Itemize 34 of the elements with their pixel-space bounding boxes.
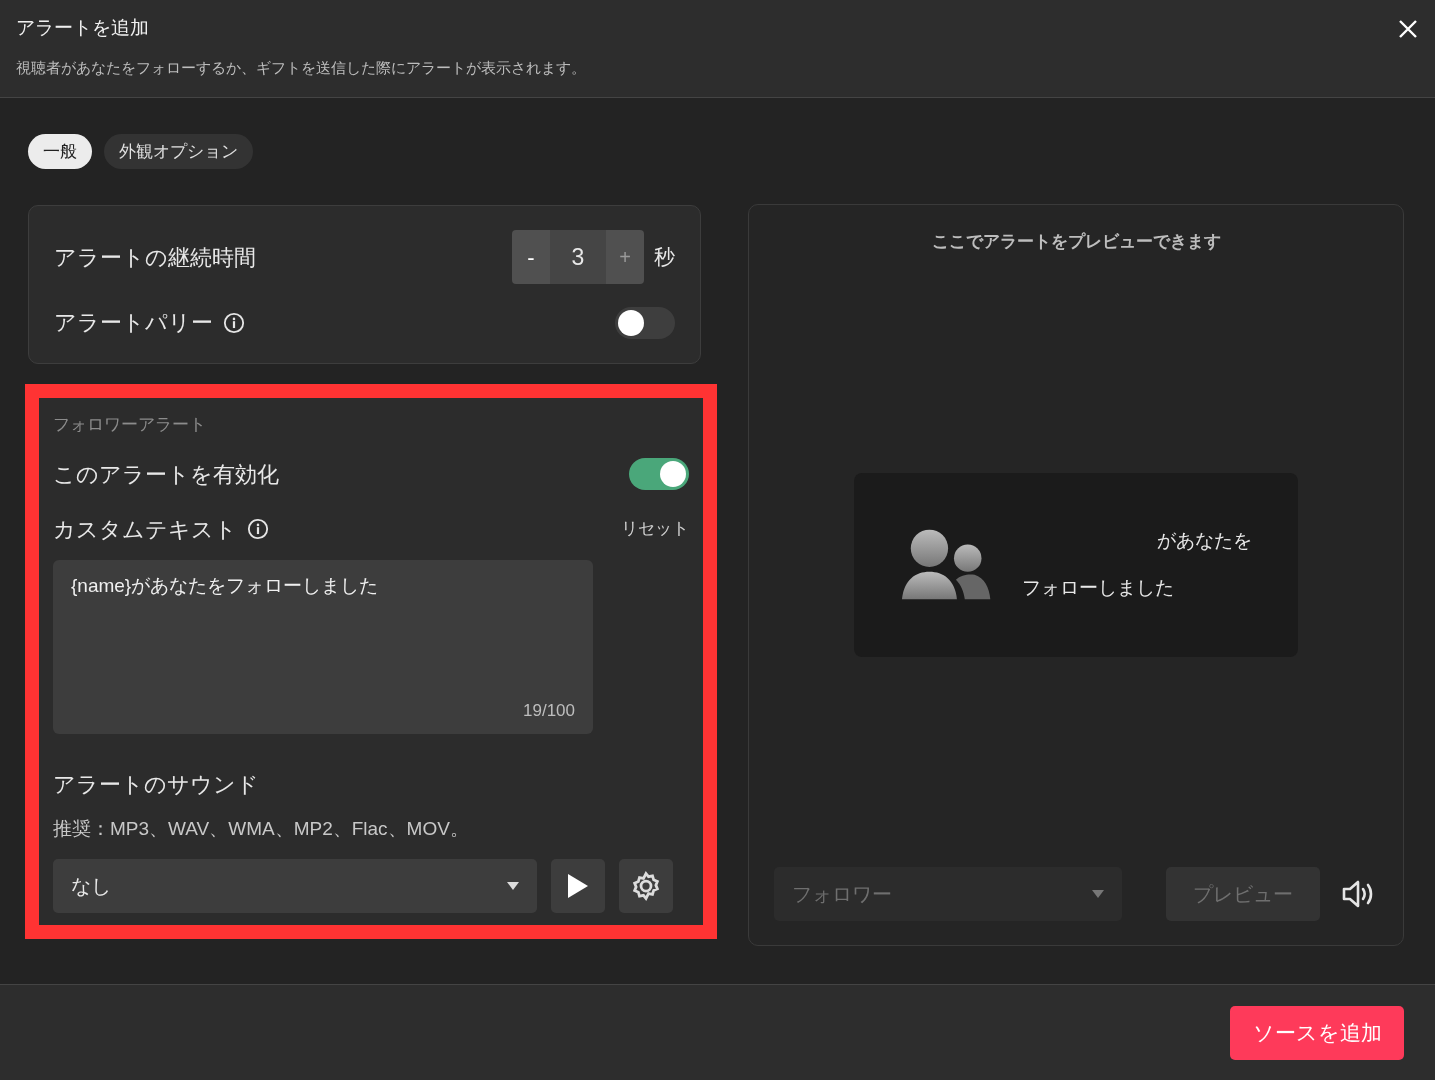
setting-label: アラートの継続時間 xyxy=(54,243,256,272)
dialog-title: アラートを追加 xyxy=(16,16,150,40)
tab[interactable]: 外観オプション xyxy=(104,134,253,169)
setting-label: アラートパリー xyxy=(54,309,213,337)
users-icon xyxy=(900,527,993,602)
preview-title: ここでアラートをプレビューできます xyxy=(931,231,1221,253)
setting-label: アラートのサウンド xyxy=(53,770,260,799)
alert-text: があなたを xyxy=(1157,529,1252,553)
sound-dropdown[interactable]: なし xyxy=(53,859,537,913)
decrement-button[interactable]: - xyxy=(512,230,550,284)
play-icon xyxy=(568,874,588,898)
format-hint: 推奨：MP3、WAV、WMA、MP2、Flac、MOV。 xyxy=(53,816,470,841)
caret-icon xyxy=(507,882,519,890)
dialog-description: 視聴者があなたをフォローするか、ギフトを送信した際にアラートが表示されます。 xyxy=(16,57,586,78)
unit-label: 秒 xyxy=(654,244,675,271)
reset-link[interactable]: リセット xyxy=(621,516,689,542)
caret-icon xyxy=(1092,890,1104,898)
play-button[interactable] xyxy=(551,859,605,913)
close-icon[interactable] xyxy=(1399,20,1417,38)
settings-icon xyxy=(631,871,661,901)
setting-label: カスタムテキスト xyxy=(53,515,237,544)
alert-text: フォローしました xyxy=(1022,575,1176,600)
number-field[interactable]: 3 xyxy=(550,230,606,284)
info-icon[interactable] xyxy=(223,311,245,334)
tab[interactable]: 一般 xyxy=(28,134,92,169)
section-heading: フォロワーアラート xyxy=(53,414,207,436)
setting-label: このアラートを有効化 xyxy=(53,460,279,489)
toggle-switch[interactable] xyxy=(615,306,675,339)
info-icon[interactable] xyxy=(247,518,269,540)
character-counter: 19/100 xyxy=(523,700,575,722)
toggle-switch[interactable] xyxy=(629,458,689,490)
settings-button[interactable] xyxy=(619,859,673,913)
text-area[interactable]: {name}があなたをフォローしました 19/100 xyxy=(53,559,593,734)
add-source-button[interactable]: ソースを追加 xyxy=(1230,1005,1404,1060)
